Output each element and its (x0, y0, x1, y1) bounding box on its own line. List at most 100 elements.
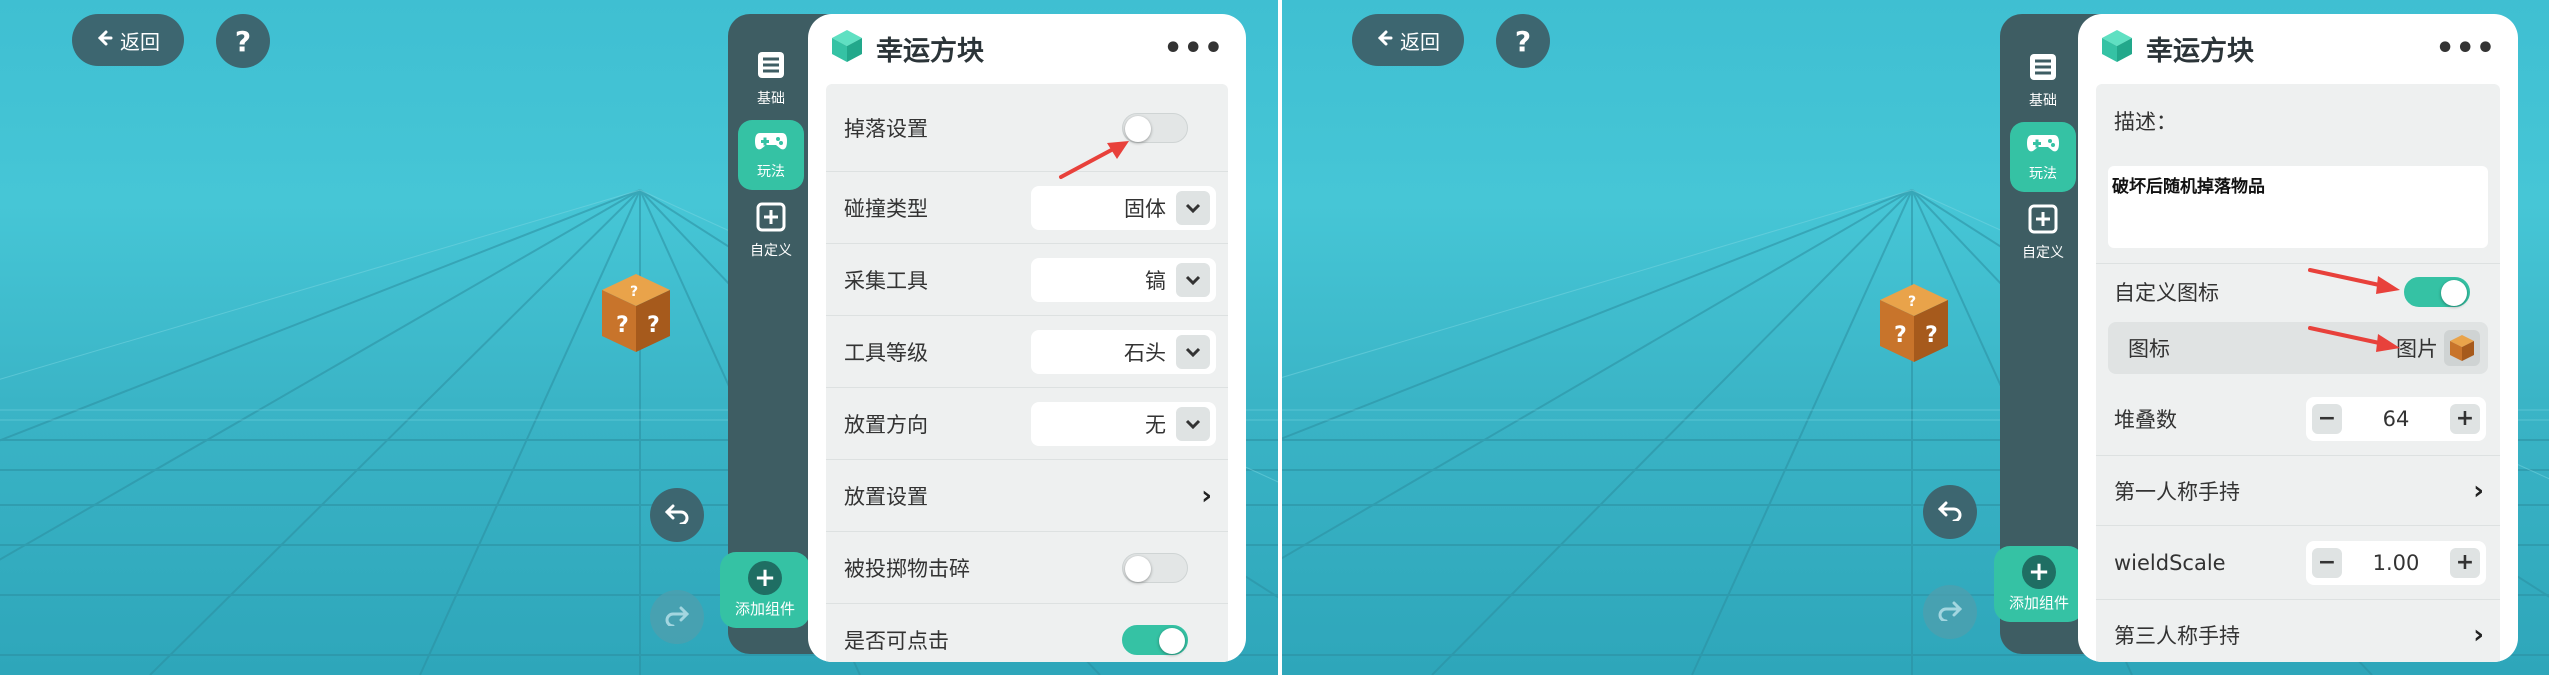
cube-icon (2100, 28, 2134, 68)
panel-header: 幸运方块 ••• (2078, 14, 2518, 82)
arrow-left-icon (1376, 28, 1394, 52)
game-viewport-left[interactable]: 返回 ? ? ? ? 基础 玩法 自定义 + 添加组件 幸运方块 ••• 掉落设… (0, 0, 1278, 675)
redo-button[interactable] (650, 590, 704, 644)
properties-list[interactable]: 掉落设置 碰撞类型 固体 采集工具 镐 工具等级 石头 放置方向 无 放置设置 … (826, 84, 1228, 662)
row-projectile-break: 被投掷物击碎 (826, 532, 1228, 604)
projectile-break-toggle[interactable] (1122, 552, 1188, 583)
help-button[interactable]: ? (1496, 14, 1550, 68)
more-button[interactable]: ••• (1163, 31, 1224, 66)
chevron-right-icon: › (2473, 620, 2484, 650)
decrement-button[interactable]: − (2312, 403, 2342, 434)
increment-button[interactable]: + (2449, 403, 2480, 434)
tab-gameplay[interactable]: 玩法 (2010, 122, 2076, 192)
tab-basic[interactable]: 基础 (2010, 46, 2076, 116)
help-icon: ? (1514, 24, 1532, 58)
more-button[interactable]: ••• (2435, 31, 2496, 66)
block-thumbnail-icon (2444, 330, 2480, 366)
row-drop-settings: 掉落设置 (826, 84, 1228, 172)
placement-direction-select[interactable]: 无 (1031, 401, 1216, 446)
select-value: 无 (1145, 412, 1166, 437)
harvest-tool-select[interactable]: 镐 (1031, 257, 1216, 302)
select-value: 固体 (1124, 196, 1166, 221)
tab-basic[interactable]: 基础 (738, 44, 804, 114)
chevron-down-icon (1176, 406, 1210, 441)
redo-icon (1937, 599, 1963, 625)
list-icon (756, 50, 786, 84)
cube-icon (830, 28, 864, 68)
row-custom-icon: 自定义图标 (2096, 264, 2500, 320)
increment-button[interactable]: + (2449, 547, 2480, 578)
description-textarea[interactable]: 破坏后随机掉落物品 (2108, 166, 2488, 248)
tab-custom[interactable]: 自定义 (738, 196, 804, 266)
gamepad-icon (2026, 131, 2060, 159)
svg-text:?: ? (616, 313, 629, 338)
add-component-button[interactable]: + 添加组件 (720, 552, 810, 628)
tab-gameplay[interactable]: 玩法 (738, 120, 804, 190)
property-panel: 幸运方块 ••• 掉落设置 碰撞类型 固体 采集工具 镐 工具等级 石头 放置方… (808, 14, 1246, 662)
chevron-right-icon: › (2473, 475, 2484, 506)
stepper-value: 1.00 (2372, 550, 2420, 575)
annotation-arrow (2308, 326, 2400, 352)
row-wield-scale: wieldScale − 1.00 + (2096, 526, 2500, 600)
wield-scale-stepper[interactable]: − 1.00 + (2306, 540, 2486, 585)
tab-gameplay-label: 玩法 (757, 164, 785, 180)
chevron-down-icon (1176, 262, 1210, 297)
collision-type-select[interactable]: 固体 (1031, 185, 1216, 230)
tab-custom-label: 自定义 (2022, 245, 2064, 261)
annotation-arrow (2308, 268, 2400, 294)
panel-title: 幸运方块 (2146, 35, 2254, 67)
clickable-toggle[interactable] (1122, 625, 1188, 655)
stepper-value: 64 (2382, 406, 2410, 431)
description-label: 描述： (2114, 110, 2177, 134)
list-icon (2028, 52, 2058, 86)
back-label: 返回 (1400, 29, 1440, 54)
tool-level-select[interactable]: 石头 (1031, 329, 1216, 374)
add-plus-icon: + (2022, 555, 2056, 589)
game-viewport-right[interactable]: 返回 ? ? ? ? 基础 玩法 自定义 + 添加组件 幸运方块 ••• 描述：… (1282, 0, 2549, 675)
help-button[interactable]: ? (216, 14, 270, 68)
row-third-person-hold[interactable]: 第三人称手持 › (2096, 600, 2500, 662)
select-value: 镐 (1145, 268, 1166, 293)
panel-title: 幸运方块 (876, 35, 984, 67)
row-placement-settings[interactable]: 放置设置 › (826, 460, 1228, 532)
properties-list[interactable]: 描述： 破坏后随机掉落物品 自定义图标 图标 图片 堆叠数 − 64 + 第一人… (2096, 84, 2500, 662)
arrow-left-icon (96, 28, 114, 52)
svg-text:?: ? (1894, 323, 1907, 348)
add-component-label: 添加组件 (734, 600, 795, 618)
lucky-block-model[interactable]: ? ? ? (600, 270, 672, 354)
back-label: 返回 (120, 29, 160, 54)
back-button[interactable]: 返回 (72, 14, 184, 66)
svg-text:?: ? (630, 284, 638, 300)
plus-square-icon (756, 202, 786, 236)
gamepad-icon (754, 129, 788, 157)
undo-button[interactable] (650, 488, 704, 542)
svg-text:?: ? (1908, 294, 1916, 310)
undo-button[interactable] (1923, 485, 1977, 539)
plus-square-icon (2028, 204, 2058, 238)
panel-header: 幸运方块 ••• (808, 14, 1246, 82)
row-label: 放置设置 (844, 484, 928, 509)
row-tool-level: 工具等级 石头 (826, 316, 1228, 388)
back-button[interactable]: 返回 (1352, 14, 1464, 66)
stack-size-stepper[interactable]: − 64 + (2306, 396, 2486, 441)
redo-button[interactable] (1923, 585, 1977, 639)
select-value: 石头 (1124, 340, 1166, 365)
row-first-person-hold[interactable]: 第一人称手持 › (2096, 456, 2500, 526)
lucky-block-model[interactable]: ? ? ? (1878, 280, 1950, 364)
tab-custom[interactable]: 自定义 (2010, 198, 2076, 268)
row-placement-direction: 放置方向 无 (826, 388, 1228, 460)
row-clickable: 是否可点击 (826, 604, 1228, 662)
add-plus-icon: + (748, 561, 782, 595)
property-panel: 幸运方块 ••• 描述： 破坏后随机掉落物品 自定义图标 图标 图片 堆叠数 −… (2078, 14, 2518, 662)
custom-icon-toggle[interactable] (2404, 277, 2470, 307)
decrement-button[interactable]: − (2312, 547, 2342, 578)
tab-basic-label: 基础 (2029, 93, 2057, 109)
row-label: 第三人称手持 (2114, 624, 2240, 648)
add-component-button[interactable]: + 添加组件 (1994, 546, 2084, 622)
chevron-down-icon (1176, 334, 1210, 369)
add-component-label: 添加组件 (2008, 594, 2069, 612)
chevron-down-icon (1176, 190, 1210, 225)
undo-icon (1937, 499, 1963, 525)
undo-icon (664, 502, 690, 528)
icon-picker-row[interactable]: 图标 图片 (2108, 322, 2488, 374)
